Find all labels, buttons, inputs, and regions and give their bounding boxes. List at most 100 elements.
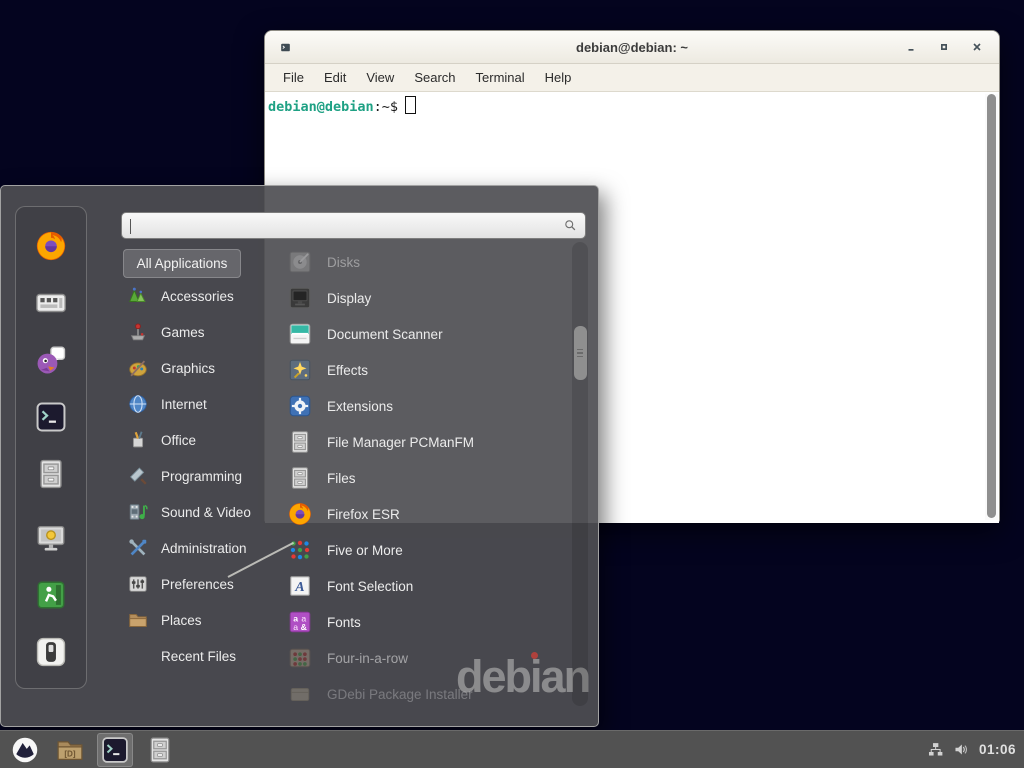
- category-label: Programming: [161, 469, 242, 484]
- terminal-window-title: debian@debian: ~: [265, 40, 999, 55]
- menu-scrollbar-thumb[interactable]: [574, 326, 587, 380]
- terminal-menu-terminal[interactable]: Terminal: [466, 67, 535, 88]
- menu-app-display[interactable]: Display: [287, 280, 569, 316]
- close-button[interactable]: [965, 37, 989, 57]
- menu-category-internet[interactable]: Internet: [123, 386, 283, 422]
- terminal-menu-search[interactable]: Search: [404, 67, 465, 88]
- terminal-prompt-line: debian@debian:~$: [265, 92, 999, 115]
- close-icon: [971, 41, 983, 53]
- app-label: Effects: [327, 363, 368, 378]
- menu-app-firefox-esr[interactable]: Firefox ESR: [287, 496, 569, 532]
- shutdown-icon: [34, 635, 68, 669]
- application-list: Disks Display Document Scanner Effects Exten…: [287, 244, 569, 712]
- keyboard-tool-button[interactable]: [32, 284, 70, 322]
- menu-app-disks[interactable]: Disks: [287, 244, 569, 280]
- menu-app-font-selection[interactable]: Font Selection: [287, 568, 569, 604]
- menu-app-effects[interactable]: Effects: [287, 352, 569, 388]
- app-label: GDebi Package Installer: [327, 687, 473, 702]
- maximize-button[interactable]: [932, 37, 956, 57]
- cabinet-icon: [287, 465, 313, 491]
- graphics-icon: [127, 357, 149, 379]
- menu-search-box[interactable]: [121, 212, 586, 239]
- menu-app-gdebi-package-installer[interactable]: GDebi Package Installer: [287, 676, 569, 712]
- accessories-icon: [127, 285, 149, 307]
- terminal-cursor: [405, 96, 416, 114]
- menu-scrollbar[interactable]: [572, 242, 588, 706]
- menu-category-graphics[interactable]: Graphics: [123, 350, 283, 386]
- desktop: debian@debian: ~ FileEditViewSearchTermi…: [0, 0, 1024, 768]
- text-caret: [130, 219, 131, 234]
- file-manager-button[interactable]: [32, 455, 70, 493]
- folder-d-icon: [55, 735, 85, 765]
- logout-icon: [34, 578, 68, 612]
- firefox-button[interactable]: [32, 227, 70, 265]
- terminal-menubar: FileEditViewSearchTerminalHelp: [265, 64, 999, 92]
- menu-app-four-in-a-row[interactable]: Four-in-a-row: [287, 640, 569, 676]
- cabinet-icon: [287, 429, 313, 455]
- shut-down-button[interactable]: [32, 633, 70, 671]
- menu-category-programming[interactable]: Programming: [123, 458, 283, 494]
- app-label: Document Scanner: [327, 327, 443, 342]
- taskbar-clock[interactable]: 01:06: [979, 742, 1016, 757]
- category-label: Internet: [161, 397, 207, 412]
- menu-app-files[interactable]: Files: [287, 460, 569, 496]
- minimize-button[interactable]: [899, 37, 923, 57]
- terminal-menu-help[interactable]: Help: [535, 67, 582, 88]
- terminal-menu-edit[interactable]: Edit: [314, 67, 356, 88]
- effects-icon: [287, 357, 313, 383]
- menu-category-sound-video[interactable]: Sound & Video: [123, 494, 283, 530]
- menu-category-accessories[interactable]: Accessories: [123, 278, 283, 314]
- menu-app-fonts[interactable]: Fonts: [287, 604, 569, 640]
- menu-category-places[interactable]: Places: [123, 602, 283, 638]
- terminal-scrollbar[interactable]: [985, 94, 998, 520]
- terminal-menu-view[interactable]: View: [356, 67, 404, 88]
- menu-app-file-manager-pcmanfm[interactable]: File Manager PCManFM: [287, 424, 569, 460]
- app-label: File Manager PCManFM: [327, 435, 474, 450]
- files-launcher[interactable]: [142, 733, 178, 767]
- network-tray-item[interactable]: [927, 741, 944, 758]
- keyboard-icon: [34, 286, 68, 320]
- app-label: Disks: [327, 255, 360, 270]
- log-out-button[interactable]: [32, 576, 70, 614]
- file-manager-launcher[interactable]: [52, 733, 88, 767]
- menu-category-games[interactable]: Games: [123, 314, 283, 350]
- speaker-icon: [953, 741, 970, 758]
- category-label: Preferences: [161, 577, 234, 592]
- menu-button[interactable]: [7, 733, 43, 767]
- four-in-a-row-icon: [287, 645, 313, 671]
- terminal-window-button[interactable]: [97, 733, 133, 767]
- application-menu: debian All Applications AccessoriesGames…: [0, 185, 599, 727]
- menu-app-document-scanner[interactable]: Document Scanner: [287, 316, 569, 352]
- app-label: Firefox ESR: [327, 507, 400, 522]
- taskbar: 01:06: [0, 730, 1024, 768]
- firefox-icon: [287, 501, 313, 527]
- terminal-button[interactable]: [32, 398, 70, 436]
- menu-category-preferences[interactable]: Preferences: [123, 566, 283, 602]
- terminal-menu-file[interactable]: File: [273, 67, 314, 88]
- app-label: Five or More: [327, 543, 403, 558]
- pidgin-button[interactable]: [32, 341, 70, 379]
- menu-logo-icon: [11, 736, 39, 764]
- screensaver-icon: [34, 521, 68, 555]
- font-selection-icon: [287, 573, 313, 599]
- all-applications-button[interactable]: All Applications: [123, 249, 241, 278]
- category-label: Office: [161, 433, 196, 448]
- menu-app-extensions[interactable]: Extensions: [287, 388, 569, 424]
- app-label: Files: [327, 471, 356, 486]
- terminal-scrollbar-thumb[interactable]: [987, 94, 996, 518]
- taskbar-launchers: [0, 733, 178, 767]
- volume-tray-item[interactable]: [953, 741, 970, 758]
- firefox-icon: [34, 229, 68, 263]
- menu-app-five-or-more[interactable]: Five or More: [287, 532, 569, 568]
- category-list: AccessoriesGamesGraphics Internet Office Pr…: [123, 278, 283, 674]
- preferences-icon: [127, 573, 149, 595]
- menu-category-recent-files[interactable]: Recent Files: [123, 638, 283, 674]
- cabinet-icon: [34, 457, 68, 491]
- terminal-titlebar[interactable]: debian@debian: ~: [265, 31, 999, 64]
- lock-screen-button[interactable]: [32, 519, 70, 557]
- display-icon: [287, 285, 313, 311]
- terminal-icon: [100, 735, 130, 765]
- menu-category-office[interactable]: Office: [123, 422, 283, 458]
- menu-search-input[interactable]: [122, 213, 563, 238]
- scanner-icon: [287, 321, 313, 347]
